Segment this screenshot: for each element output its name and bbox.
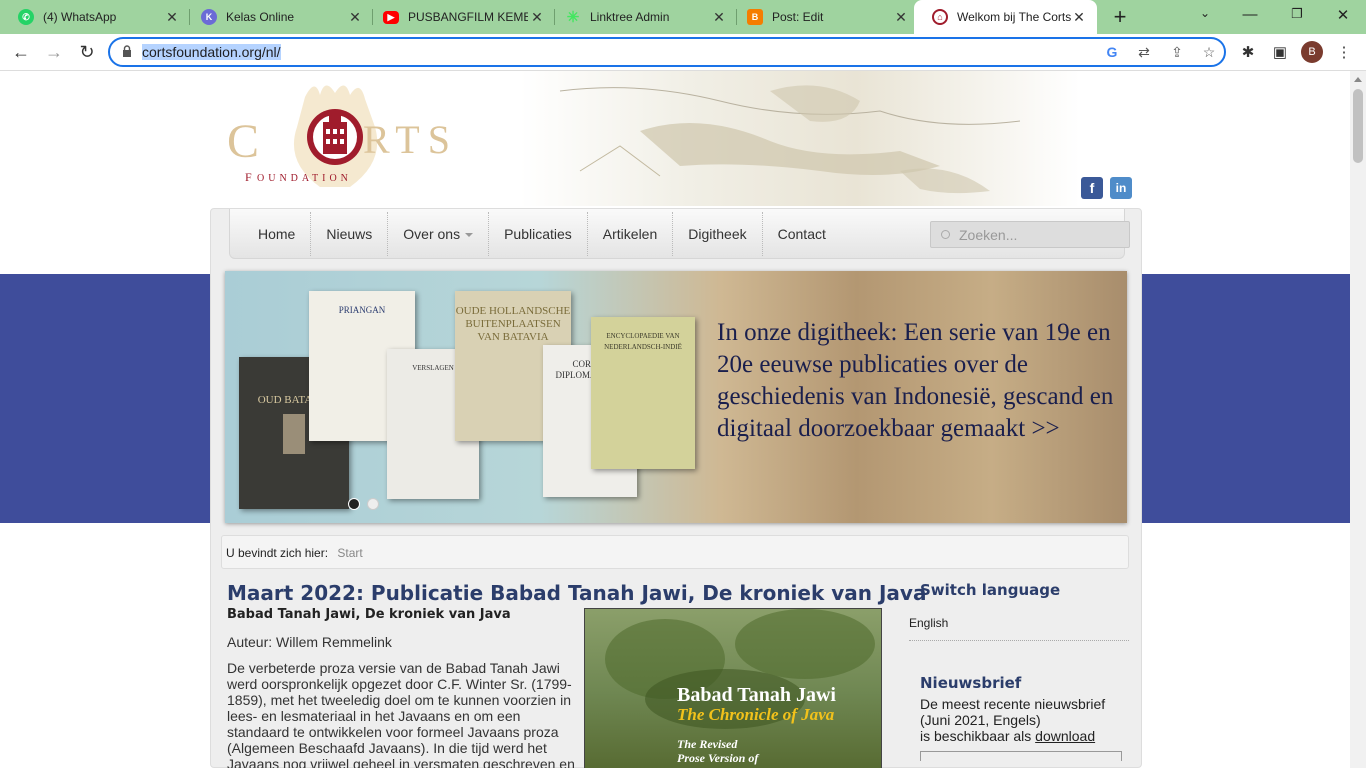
menu-item-home[interactable]: Home: [243, 211, 312, 256]
tab-linktree[interactable]: ✳ Linktree Admin ✕: [547, 0, 737, 34]
close-icon[interactable]: ✕: [529, 9, 545, 26]
book-encyclopaedie: ENCYCLOPAEDIE VAN NEDERLANDSCH-INDIË: [591, 317, 695, 469]
svg-text:C: C: [227, 115, 269, 168]
newsletter-download-link[interactable]: download: [1035, 728, 1095, 744]
linkedin-icon[interactable]: in: [1110, 177, 1132, 199]
header-map-image: [520, 71, 1080, 206]
menu-icon[interactable]: ⋮: [1334, 43, 1354, 61]
browser-toolbar: ← → ↻ cortsfoundation.org/nl/ G ⇄ ⇪ ☆ ✱ …: [0, 34, 1366, 71]
back-icon[interactable]: ←: [10, 42, 32, 63]
corts-logo[interactable]: C RTS F OUNDATION: [225, 77, 465, 202]
svg-text:F: F: [245, 170, 256, 184]
tab-corts[interactable]: ⌂ Welkom bij The Corts ✕: [914, 0, 1097, 34]
sidebar: Switch language English Nieuwsbrief De m…: [909, 581, 1129, 761]
kelas-online-icon: K: [201, 9, 217, 25]
close-icon[interactable]: ✕: [711, 9, 727, 26]
switch-language-heading: Switch language: [920, 581, 1061, 599]
web-page: C RTS F OUNDATION f in Home Nieuws Over …: [0, 71, 1350, 768]
forward-icon[interactable]: →: [43, 42, 65, 63]
search-input[interactable]: Zoeken...: [930, 221, 1130, 248]
extensions-icon[interactable]: ✱: [1238, 43, 1258, 61]
language-english-link[interactable]: English: [909, 616, 1129, 641]
menu-item-contact[interactable]: Contact: [763, 212, 841, 256]
tab-bar: ✆ (4) WhatsApp ✕ K Kelas Online ✕ ▶ PUSB…: [0, 0, 1366, 34]
side-panel-icon[interactable]: ▣: [1270, 43, 1290, 61]
menu-item-nieuws[interactable]: Nieuws: [311, 211, 389, 256]
close-window-icon[interactable]: ✕: [1333, 6, 1353, 24]
whatsapp-icon: ✆: [18, 9, 34, 25]
star-icon[interactable]: ☆: [1200, 44, 1218, 61]
slider-dot-2[interactable]: [367, 498, 379, 510]
close-icon[interactable]: ✕: [164, 9, 180, 26]
article-title[interactable]: Maart 2022: Publicatie Babad Tanah Jawi,…: [227, 581, 926, 605]
cover-line4: Prose Version of: [677, 751, 759, 765]
restore-icon[interactable]: ❐: [1287, 6, 1307, 22]
newsletter-heading: Nieuwsbrief: [920, 674, 1022, 692]
menu-item-publicaties[interactable]: Publicaties: [489, 211, 588, 256]
newsletter-image[interactable]: [920, 751, 1122, 761]
hero-slider[interactable]: OUD BATAVIA PRIANGAN VERSLAGEN OUDE HOLL…: [225, 271, 1127, 523]
minimize-icon[interactable]: —: [1240, 6, 1260, 23]
search-icon: [941, 230, 950, 239]
slider-dot-1[interactable]: [348, 498, 360, 510]
address-bar[interactable]: cortsfoundation.org/nl/ G ⇄ ⇪ ☆: [108, 37, 1226, 67]
cover-line3: The Revised: [677, 737, 738, 751]
article-body: De verbeterde proza versie van de Babad …: [227, 660, 575, 768]
close-icon[interactable]: ✕: [1071, 9, 1087, 26]
menu-item-over-ons[interactable]: Over ons: [388, 211, 490, 256]
avatar[interactable]: B: [1301, 41, 1323, 63]
corts-icon: ⌂: [932, 9, 948, 25]
newsletter-text: De meest recente nieuwsbrief (Juni 2021,…: [920, 696, 1106, 744]
svg-text:OUNDATION: OUNDATION: [257, 173, 352, 184]
close-icon[interactable]: ✕: [893, 9, 909, 26]
tab-kelas-online[interactable]: K Kelas Online ✕: [183, 0, 373, 34]
cover-subtitle: The Chronicle of Java: [677, 705, 835, 724]
share-icon[interactable]: ⇪: [1168, 44, 1186, 61]
menu-item-digitheek[interactable]: Digitheek: [673, 211, 763, 256]
google-icon[interactable]: G: [1103, 44, 1121, 60]
reload-icon[interactable]: ↻: [76, 42, 98, 63]
scrollbar-thumb[interactable]: [1353, 89, 1363, 163]
book-cover-image[interactable]: Babad Tanah Jawi The Chronicle of Java T…: [584, 608, 882, 768]
tab-post-edit[interactable]: B Post: Edit ✕: [729, 0, 919, 34]
main-menu: Home Nieuws Over ons Publicaties Artikel…: [229, 209, 1130, 259]
tab-search-icon[interactable]: ⌄: [1195, 6, 1215, 20]
tab-whatsapp[interactable]: ✆ (4) WhatsApp ✕: [0, 0, 190, 34]
scrollbar[interactable]: [1350, 71, 1366, 768]
url-text[interactable]: cortsfoundation.org/nl/: [142, 44, 281, 60]
close-icon[interactable]: ✕: [347, 9, 363, 26]
lock-icon: [123, 45, 131, 57]
svg-text:RTS: RTS: [363, 117, 458, 162]
chevron-down-icon: [465, 232, 474, 237]
facebook-icon[interactable]: f: [1081, 177, 1103, 199]
menu-item-artikelen[interactable]: Artikelen: [588, 211, 674, 256]
blogger-icon: B: [747, 9, 763, 25]
linktree-icon: ✳: [566, 9, 580, 26]
new-tab-icon[interactable]: +: [1108, 4, 1132, 30]
scroll-up-icon[interactable]: [1354, 77, 1362, 82]
content-wrapper: Home Nieuws Over ons Publicaties Artikel…: [210, 208, 1142, 768]
translate-icon[interactable]: ⇄: [1135, 44, 1153, 61]
tab-pusbangfilm[interactable]: ▶ PUSBANGFILM KEMEN ✕: [365, 0, 555, 34]
cover-title: Babad Tanah Jawi: [677, 684, 836, 706]
youtube-icon: ▶: [383, 10, 399, 24]
breadcrumb: U bevindt zich hier: Start: [221, 535, 1129, 569]
slide-caption[interactable]: In onze digitheek: Een serie van 19e en …: [717, 317, 1117, 445]
breadcrumb-current[interactable]: Start: [337, 546, 362, 560]
